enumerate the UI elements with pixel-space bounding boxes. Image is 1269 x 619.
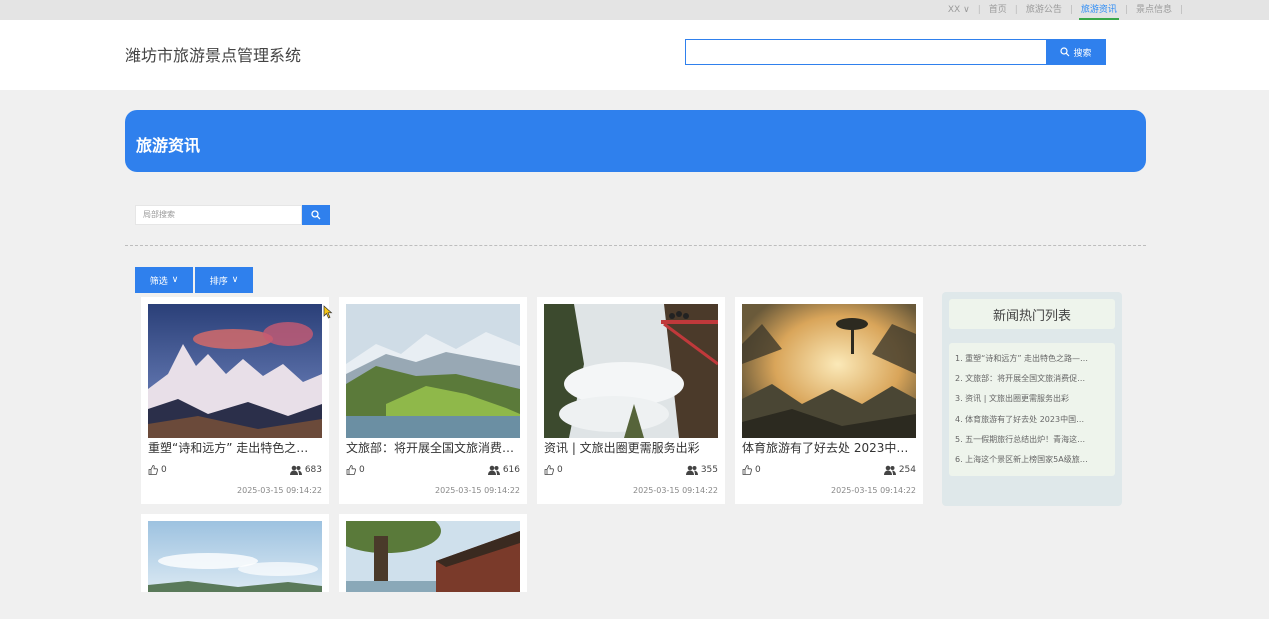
global-search-input[interactable] <box>685 39 1047 65</box>
search-button-label: 搜索 <box>1073 48 1092 59</box>
news-image[interactable] <box>346 304 520 438</box>
nav-item-home[interactable]: 首页 <box>989 0 1007 20</box>
filter-button[interactable]: 筛选 ∨ <box>135 267 193 293</box>
news-date: 2025-03-15 09:14:22 <box>435 486 520 495</box>
hot-news-title: 新闻热门列表 <box>949 299 1115 329</box>
global-search-button[interactable]: 搜索 <box>1046 39 1106 65</box>
like-count-value: 0 <box>359 465 365 475</box>
like-count-value: 0 <box>755 465 761 475</box>
news-card[interactable]: 资讯 | 文旅出圈更需服务出彩 0 355 2025-03-15 09:14:2… <box>537 297 725 504</box>
news-date: 2025-03-15 09:14:22 <box>237 486 322 495</box>
view-count: 355 <box>685 465 718 475</box>
view-count-value: 683 <box>304 465 322 475</box>
local-search-input[interactable]: 局部搜索 <box>135 205 302 225</box>
view-count-value: 616 <box>502 465 520 475</box>
like-count[interactable]: 0 <box>148 465 167 475</box>
user-name: XX <box>947 5 961 15</box>
nav-item-announcements[interactable]: 旅游公告 <box>1026 0 1062 20</box>
nav-separator: | <box>1014 5 1018 15</box>
chevron-down-icon: ∨ <box>231 275 239 285</box>
view-count-value: 254 <box>898 465 916 475</box>
local-search-button[interactable] <box>302 205 330 225</box>
view-count-value: 355 <box>700 465 718 475</box>
page-banner: 旅游资讯 <box>125 110 1146 172</box>
mouse-cursor-icon <box>323 305 333 319</box>
view-count: 254 <box>883 465 916 475</box>
nav-separator: | <box>1124 5 1128 15</box>
like-count[interactable]: 0 <box>346 465 365 475</box>
users-icon <box>487 465 500 475</box>
page-title: 旅游资讯 <box>136 136 201 155</box>
news-date: 2025-03-15 09:14:22 <box>633 486 718 495</box>
hot-news-item[interactable]: 4. 体育旅游有了好去处 2023中国… <box>955 410 1109 430</box>
like-count-value: 0 <box>161 465 167 475</box>
like-count[interactable]: 0 <box>742 465 761 475</box>
like-count[interactable]: 0 <box>544 465 563 475</box>
news-image[interactable] <box>148 521 322 592</box>
news-title[interactable]: 文旅部：将开展全国文旅消费… <box>346 439 520 456</box>
news-card[interactable]: 重塑“诗和远方” 走出特色之… 0 683 2025-03-15 09:14:2… <box>141 297 329 504</box>
nav-separator: | <box>1069 5 1073 15</box>
top-nav: XX ∨ | 首页 | 旅游公告 | 旅游资讯 | 景点信息 | <box>948 0 1191 20</box>
like-count-value: 0 <box>557 465 563 475</box>
sort-button-label: 排序 <box>209 276 228 287</box>
news-image[interactable] <box>346 521 520 592</box>
news-title[interactable]: 体育旅游有了好去处 2023中… <box>742 439 916 456</box>
view-count: 616 <box>487 465 520 475</box>
hot-news-item[interactable]: 1. 重塑“诗和远方” 走出特色之路—… <box>955 349 1109 369</box>
chevron-down-icon: ∨ <box>963 5 970 15</box>
thumbs-up-icon <box>742 465 752 475</box>
users-icon <box>289 465 302 475</box>
sort-button[interactable]: 排序 ∨ <box>195 267 253 293</box>
search-icon <box>1060 47 1070 57</box>
top-bar: XX ∨ | 首页 | 旅游公告 | 旅游资讯 | 景点信息 | <box>0 0 1269 20</box>
divider <box>125 245 1146 246</box>
nav-separator: | <box>1179 5 1183 15</box>
hot-news-list: 1. 重塑“诗和远方” 走出特色之路—… 2. 文旅部：将开展全国文旅消费促… … <box>949 343 1115 476</box>
thumbs-up-icon <box>544 465 554 475</box>
header: 潍坊市旅游景点管理系统 搜索 <box>0 20 1269 90</box>
news-title[interactable]: 重塑“诗和远方” 走出特色之… <box>148 439 322 456</box>
hot-news-item[interactable]: 6. 上海这个景区新上榜国家5A级旅… <box>955 450 1109 470</box>
news-image[interactable] <box>544 304 718 438</box>
hot-news-item[interactable]: 5. 五一假期旅行总结出炉！青海这… <box>955 430 1109 450</box>
news-card[interactable]: 文旅部：将开展全国文旅消费… 0 616 2025-03-15 09:14:22 <box>339 297 527 504</box>
search-icon <box>311 210 321 220</box>
site-title: 潍坊市旅游景点管理系统 <box>125 46 302 65</box>
nav-separator: | <box>977 5 981 15</box>
hot-news-panel: 新闻热门列表 1. 重塑“诗和远方” 走出特色之路—… 2. 文旅部：将开展全国… <box>942 292 1122 506</box>
hot-news-item[interactable]: 3. 资讯 | 文旅出圈更需服务出彩 <box>955 389 1109 409</box>
news-card[interactable]: 体育旅游有了好去处 2023中… 0 254 2025-03-15 09:14:… <box>735 297 923 504</box>
news-title[interactable]: 资讯 | 文旅出圈更需服务出彩 <box>544 439 718 456</box>
news-image[interactable] <box>742 304 916 438</box>
hot-news-item[interactable]: 2. 文旅部：将开展全国文旅消费促… <box>955 369 1109 389</box>
news-image[interactable] <box>148 304 322 438</box>
users-icon <box>883 465 896 475</box>
news-card[interactable] <box>339 514 527 592</box>
news-card[interactable] <box>141 514 329 592</box>
user-menu[interactable]: XX ∨ <box>948 0 970 20</box>
thumbs-up-icon <box>148 465 158 475</box>
thumbs-up-icon <box>346 465 356 475</box>
view-count: 683 <box>289 465 322 475</box>
users-icon <box>685 465 698 475</box>
chevron-down-icon: ∨ <box>171 275 179 285</box>
nav-item-attractions[interactable]: 景点信息 <box>1136 0 1172 20</box>
filter-button-label: 筛选 <box>149 276 168 287</box>
news-date: 2025-03-15 09:14:22 <box>831 486 916 495</box>
nav-item-news[interactable]: 旅游资讯 <box>1078 0 1119 20</box>
